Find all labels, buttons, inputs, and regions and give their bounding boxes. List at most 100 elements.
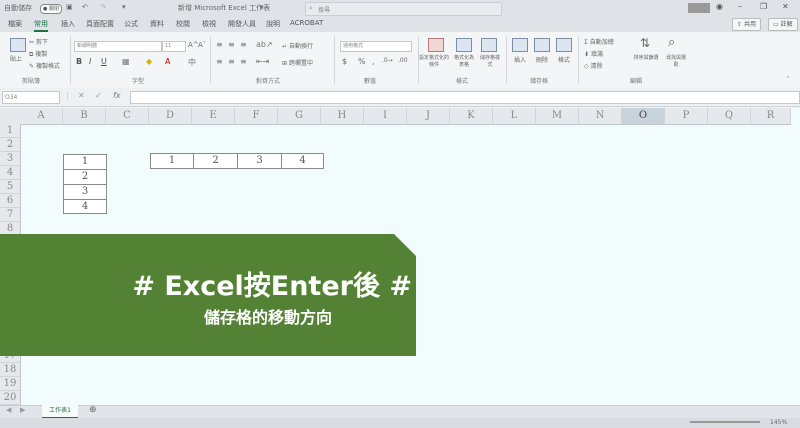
cut-button[interactable]: ✂ 剪下	[29, 37, 48, 46]
cell-b3[interactable]: 1	[63, 154, 107, 170]
bold-icon[interactable]: B	[76, 57, 82, 66]
cell-styles-icon[interactable]	[481, 38, 497, 52]
tab-acrobat[interactable]: ACROBAT	[290, 19, 323, 27]
currency-icon[interactable]: $	[342, 57, 347, 66]
comma-icon[interactable]: ,	[372, 57, 375, 66]
tab-page-layout[interactable]: 頁面配置	[86, 19, 114, 29]
autosum-button[interactable]: Σ 自動加總	[584, 37, 614, 46]
column-header-d[interactable]: D	[149, 108, 192, 125]
align-center-icon[interactable]: ≡	[228, 57, 235, 66]
tab-data[interactable]: 資料	[150, 19, 164, 29]
merge-center-button[interactable]: ⊞ 跨欄置中	[282, 58, 313, 67]
insert-cells-icon[interactable]	[512, 38, 528, 52]
format-as-table-label[interactable]: 格式化為表格	[452, 54, 476, 68]
border-icon[interactable]: ▦	[122, 57, 130, 66]
tab-help[interactable]: 說明	[266, 19, 280, 29]
tab-view[interactable]: 檢視	[202, 19, 216, 29]
column-header-p[interactable]: P	[665, 108, 708, 125]
delete-cells-label[interactable]: 刪除	[536, 55, 548, 64]
next-sheet-icon[interactable]: ▶	[20, 406, 25, 414]
redo-icon[interactable]: ↷	[100, 3, 106, 11]
format-cells-label[interactable]: 格式	[558, 55, 570, 64]
column-header-g[interactable]: G	[278, 108, 321, 125]
avatar[interactable]	[688, 3, 710, 13]
row-header-2[interactable]: 2	[0, 138, 21, 152]
row-header-1[interactable]: 1	[0, 124, 21, 138]
cell-styles-label[interactable]: 儲存格樣式	[478, 54, 502, 68]
save-icon[interactable]: ▣	[66, 3, 73, 11]
minimize-icon[interactable]: –	[738, 2, 742, 11]
customize-qat-icon[interactable]: ▾	[122, 3, 126, 11]
column-header-b[interactable]: B	[63, 108, 106, 125]
prev-sheet-icon[interactable]: ◀	[6, 406, 11, 414]
sort-filter-icon[interactable]: ⇅	[640, 36, 650, 50]
tab-insert[interactable]: 插入	[61, 19, 75, 29]
increase-decimal-icon[interactable]: .0→	[382, 57, 393, 64]
autosave-toggle[interactable]: ● 關閉	[40, 4, 62, 14]
comments-button[interactable]: ▭ 註解	[768, 18, 798, 31]
paste-button-label[interactable]: 貼上	[10, 54, 22, 63]
column-header-c[interactable]: C	[106, 108, 149, 125]
column-header-f[interactable]: F	[235, 108, 278, 125]
title-dropdown-icon[interactable]: ▾	[260, 3, 264, 11]
paste-icon[interactable]	[10, 38, 26, 52]
column-header-k[interactable]: K	[450, 108, 493, 125]
column-header-m[interactable]: M	[536, 108, 579, 125]
tab-review[interactable]: 校閱	[176, 19, 190, 29]
conditional-format-label[interactable]: 設定格式化的條件	[418, 54, 450, 68]
align-left-icon[interactable]: ≡	[216, 57, 223, 66]
cell-g3[interactable]: 4	[281, 153, 324, 169]
search-box[interactable]: ⌕ 搜尋	[305, 2, 502, 16]
zoom-level[interactable]: 145%	[770, 419, 787, 426]
tab-file[interactable]: 檔案	[8, 19, 22, 29]
delete-cells-icon[interactable]	[534, 38, 550, 52]
tab-developer[interactable]: 開發人員	[228, 19, 256, 29]
restore-icon[interactable]: ❐	[760, 2, 767, 11]
align-bottom-icon[interactable]: ≡	[240, 40, 247, 49]
undo-icon[interactable]: ↶	[82, 3, 88, 11]
enter-icon[interactable]: ✓	[95, 91, 102, 100]
row-header-4[interactable]: 4	[0, 166, 21, 180]
phonetic-icon[interactable]: 中	[188, 57, 196, 68]
column-header-r[interactable]: R	[751, 108, 791, 125]
clear-button[interactable]: ◇ 清除	[584, 61, 603, 70]
format-as-table-icon[interactable]	[456, 38, 472, 52]
add-sheet-icon[interactable]: ⊕	[89, 405, 97, 415]
find-select-label[interactable]: 尋找與選取	[664, 54, 688, 68]
fill-color-icon[interactable]: ◆	[146, 57, 152, 66]
column-header-h[interactable]: H	[321, 108, 364, 125]
column-header-q[interactable]: Q	[708, 108, 751, 125]
account-icon[interactable]: ◉	[716, 2, 723, 11]
cell-e3[interactable]: 2	[193, 153, 238, 169]
wrap-text-button[interactable]: ↵ 自動換行	[282, 41, 313, 50]
format-painter-button[interactable]: ✎ 複製格式	[29, 61, 60, 70]
insert-function-icon[interactable]: fx	[113, 91, 121, 100]
row-header-8[interactable]: 8	[0, 222, 21, 236]
row-header-20[interactable]: 20	[0, 391, 21, 405]
find-select-icon[interactable]: ⌕	[668, 35, 675, 50]
fill-button[interactable]: ⬇ 填滿	[584, 49, 603, 58]
percent-icon[interactable]: %	[358, 57, 366, 66]
decrease-decimal-icon[interactable]: .00	[398, 57, 408, 64]
zoom-slider[interactable]	[690, 421, 760, 423]
tab-home[interactable]: 常用	[34, 19, 48, 32]
underline-icon[interactable]: U	[101, 57, 107, 66]
row-header-3[interactable]: 3	[0, 152, 21, 166]
cell-b4[interactable]: 2	[63, 169, 107, 185]
row-header-5[interactable]: 5	[0, 180, 21, 194]
font-color-icon[interactable]: A	[165, 57, 170, 66]
select-all-button[interactable]	[0, 108, 21, 125]
row-header-7[interactable]: 7	[0, 208, 21, 222]
share-button[interactable]: ⇪ 共用	[732, 18, 761, 31]
tab-formulas[interactable]: 公式	[124, 19, 138, 29]
copy-button[interactable]: ⧉ 複製	[29, 49, 47, 59]
cell-b6[interactable]: 4	[63, 199, 107, 214]
sort-filter-label[interactable]: 排序與篩選	[630, 54, 662, 61]
formula-input[interactable]	[130, 91, 800, 104]
column-header-j[interactable]: J	[407, 108, 450, 125]
insert-cells-label[interactable]: 插入	[514, 55, 526, 64]
column-header-l[interactable]: L	[493, 108, 536, 125]
column-header-i[interactable]: I	[364, 108, 407, 125]
cancel-icon[interactable]: ✕	[78, 91, 85, 100]
align-right-icon[interactable]: ≡	[240, 57, 247, 66]
